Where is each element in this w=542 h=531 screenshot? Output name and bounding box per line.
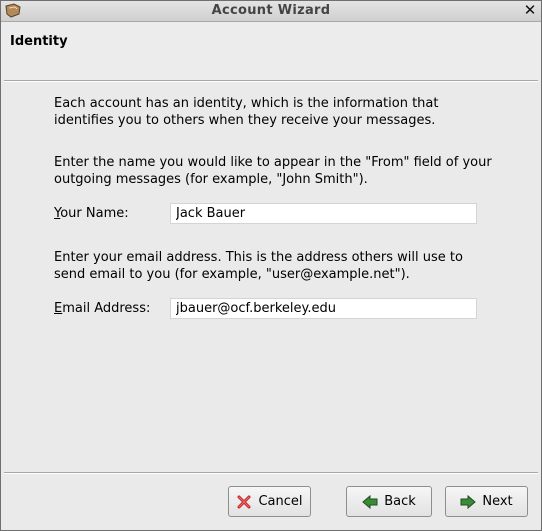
next-button[interactable]: Next: [445, 486, 528, 517]
header-divider: [4, 80, 538, 82]
email-address-mnemonic: E: [54, 301, 63, 316]
your-name-label-text: our Name:: [60, 206, 129, 221]
email-address-label: Email Address:: [54, 301, 150, 316]
back-label: Back: [384, 494, 416, 509]
next-label: Next: [482, 494, 513, 509]
account-wizard-window: Account Wizard ✕ Identity Each account h…: [0, 0, 542, 531]
email-address-label-text: mail Address:: [62, 301, 151, 316]
intro-text: Each account has an identity, which is t…: [54, 96, 439, 128]
email-address-input[interactable]: [170, 298, 477, 319]
your-name-label: Your Name:: [54, 206, 129, 221]
page-title: Identity: [10, 34, 68, 49]
page-header: Identity: [1, 22, 541, 80]
cancel-label: Cancel: [258, 494, 303, 509]
arrow-left-icon: [362, 494, 378, 510]
close-icon[interactable]: ✕: [522, 2, 538, 19]
footer-divider: [4, 472, 538, 474]
title-bar[interactable]: Account Wizard ✕: [1, 1, 541, 22]
cancel-x-icon: [236, 494, 252, 510]
cancel-button[interactable]: Cancel: [228, 486, 311, 517]
name-instructions: Enter the name you would like to appear …: [54, 155, 492, 187]
window-title: Account Wizard: [211, 3, 331, 18]
your-name-input[interactable]: [170, 203, 477, 224]
email-instructions: Enter your email address. This is the ad…: [54, 250, 463, 282]
arrow-right-icon: [460, 494, 477, 510]
back-button[interactable]: Back: [346, 486, 432, 517]
